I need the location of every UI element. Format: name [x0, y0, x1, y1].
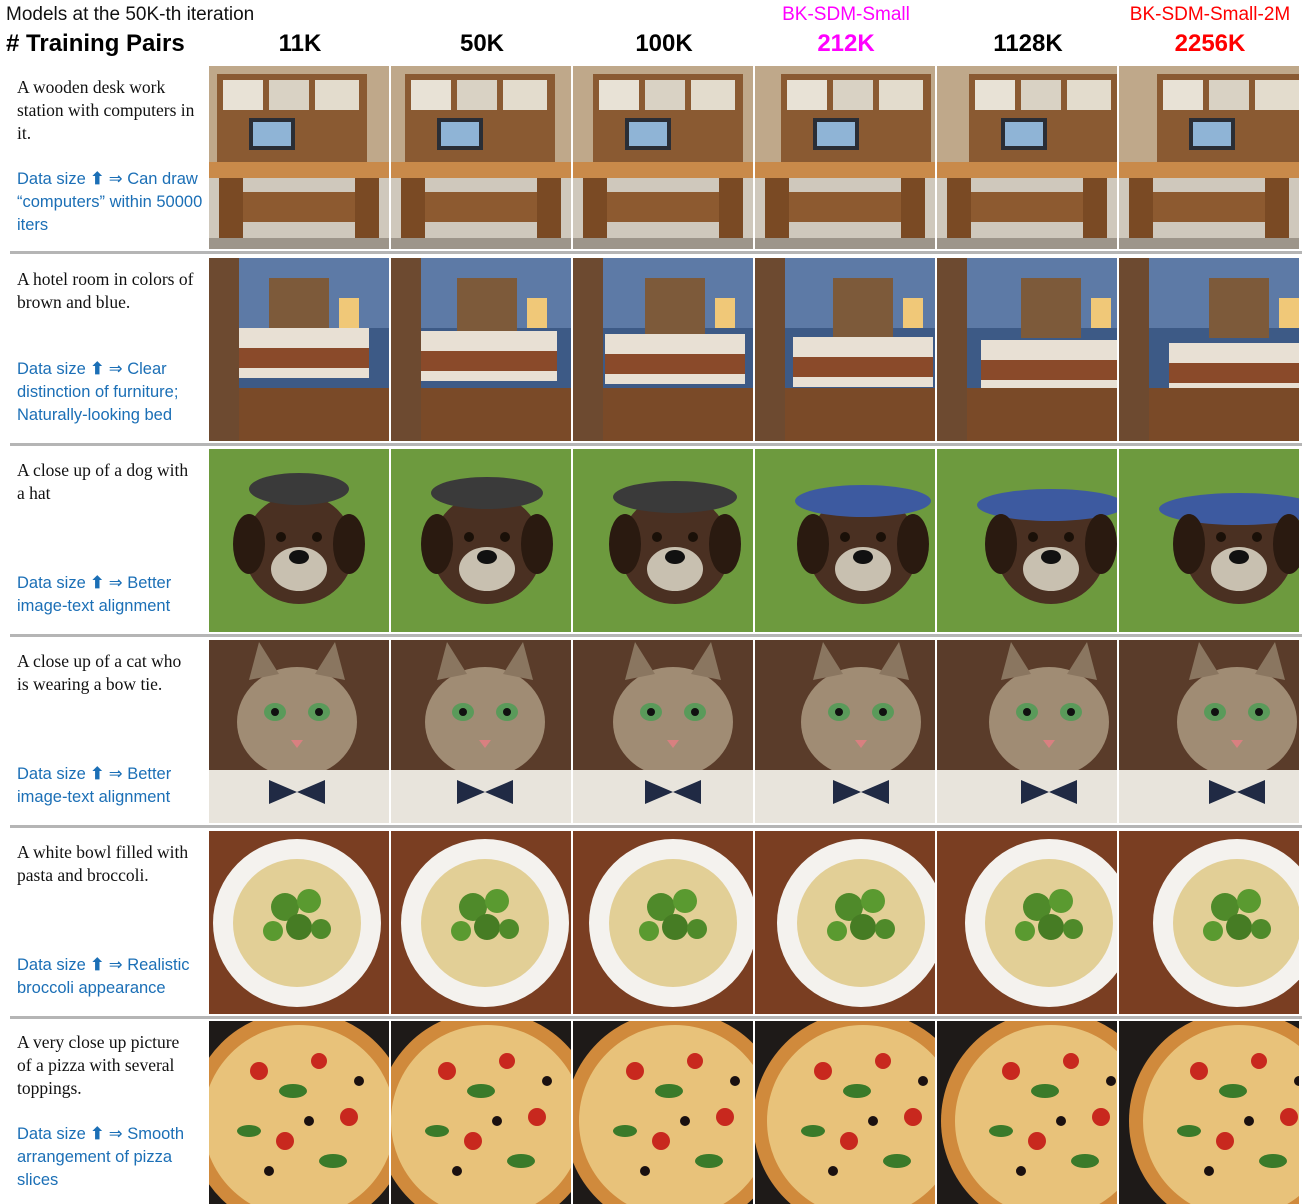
- generated-image: [1119, 1021, 1299, 1204]
- generated-image: [391, 831, 571, 1014]
- generated-image: [755, 640, 935, 823]
- generated-image: [755, 1021, 935, 1204]
- training-pairs-label: # Training Pairs: [6, 30, 185, 57]
- generated-image: [573, 258, 753, 441]
- up-arrow-icon: ⬆: [90, 574, 105, 592]
- generated-image: [209, 831, 389, 1014]
- generated-image: [1119, 640, 1299, 823]
- observation-note: Data size ⬆ ⇒ Better image-text alignmen…: [17, 572, 207, 618]
- prompt-caption: A hotel room in colors of brown and blue…: [17, 269, 194, 312]
- generated-image: [755, 831, 935, 1014]
- note-prefix: Data size: [17, 765, 91, 783]
- prompt-caption: A wooden desk work station with computer…: [17, 77, 195, 143]
- prompt-caption: A very close up picture of a pizza with …: [17, 1032, 180, 1098]
- prompt-row: A wooden desk work station with computer…: [0, 66, 1302, 249]
- generated-image: [391, 640, 571, 823]
- row-divider: [10, 443, 1302, 446]
- figure-title: Models at the 50K-th iteration: [6, 4, 255, 25]
- prompt-row: A close up of a dog with a hat Data size …: [0, 449, 1302, 632]
- prompt-row: A hotel room in colors of brown and blue…: [0, 258, 1302, 441]
- row-divider: [10, 251, 1302, 254]
- row-divider: [10, 1016, 1302, 1019]
- generated-image: [573, 831, 753, 1014]
- note-prefix: Data size: [17, 1125, 91, 1143]
- note-prefix: Data size: [17, 956, 91, 974]
- prompt-caption: A close up of a cat who is wearing a bow…: [17, 651, 182, 694]
- generated-image: [937, 66, 1117, 249]
- prompt-caption: A close up of a dog with a hat: [17, 460, 189, 503]
- generated-image: [209, 640, 389, 823]
- generated-image: [209, 1021, 389, 1204]
- generated-image: [391, 66, 571, 249]
- generated-image: [573, 449, 753, 632]
- column-pair-count: 212K: [817, 30, 875, 57]
- observation-note: Data size ⬆ ⇒ Realistic broccoli appeara…: [17, 954, 207, 1000]
- column-pair-count: 50K: [459, 30, 505, 57]
- column-pair-count: 2256K: [1174, 30, 1246, 57]
- up-arrow-icon: ⬆: [90, 765, 105, 783]
- generated-image: [573, 66, 753, 249]
- observation-note: Data size ⬆ ⇒ Smooth arrangement of pizz…: [17, 1123, 207, 1192]
- generated-image: [937, 258, 1117, 441]
- generated-image: [1119, 449, 1299, 632]
- generated-image: [755, 66, 935, 249]
- up-arrow-icon: ⬆: [90, 170, 105, 188]
- row-divider: [10, 634, 1302, 637]
- up-arrow-icon: ⬆: [90, 1125, 105, 1143]
- column-pair-count: 11K: [278, 30, 322, 57]
- note-prefix: Data size: [17, 170, 91, 188]
- up-arrow-icon: ⬆: [90, 956, 105, 974]
- observation-note: Data size ⬆ ⇒ Clear distinction of furni…: [17, 358, 207, 427]
- generated-image: [937, 640, 1117, 823]
- generated-image: [937, 831, 1117, 1014]
- column-pair-count: 100K: [635, 30, 693, 57]
- generated-image: [937, 449, 1117, 632]
- prompt-caption: A white bowl filled with pasta and brocc…: [17, 842, 189, 885]
- generated-image: [573, 640, 753, 823]
- prompt-row: A close up of a cat who is wearing a bow…: [0, 640, 1302, 823]
- observation-note: Data size ⬆ ⇒ Better image-text alignmen…: [17, 763, 207, 809]
- column-model-name: BK-SDM-Small-2M: [1129, 4, 1291, 25]
- prompt-row: A very close up picture of a pizza with …: [0, 1021, 1302, 1204]
- prompt-row: A white bowl filled with pasta and brocc…: [0, 831, 1302, 1014]
- generated-image: [209, 258, 389, 441]
- row-divider: [10, 825, 1302, 828]
- column-pair-count: 1128K: [993, 30, 1063, 57]
- note-prefix: Data size: [17, 360, 91, 378]
- generated-image: [391, 449, 571, 632]
- generated-image: [573, 1021, 753, 1204]
- generated-image: [1119, 831, 1299, 1014]
- generated-image: [391, 1021, 571, 1204]
- generated-image: [209, 66, 389, 249]
- generated-image: [209, 449, 389, 632]
- generated-image: [391, 258, 571, 441]
- generated-image: [937, 1021, 1117, 1204]
- generated-image: [755, 258, 935, 441]
- note-prefix: Data size: [17, 574, 91, 592]
- generated-image: [1119, 66, 1299, 249]
- generated-image: [755, 449, 935, 632]
- generated-image: [1119, 258, 1299, 441]
- column-model-name: BK-SDM-Small: [782, 4, 910, 25]
- up-arrow-icon: ⬆: [90, 360, 105, 378]
- observation-note: Data size ⬆ ⇒ Can draw “computers” withi…: [17, 168, 207, 237]
